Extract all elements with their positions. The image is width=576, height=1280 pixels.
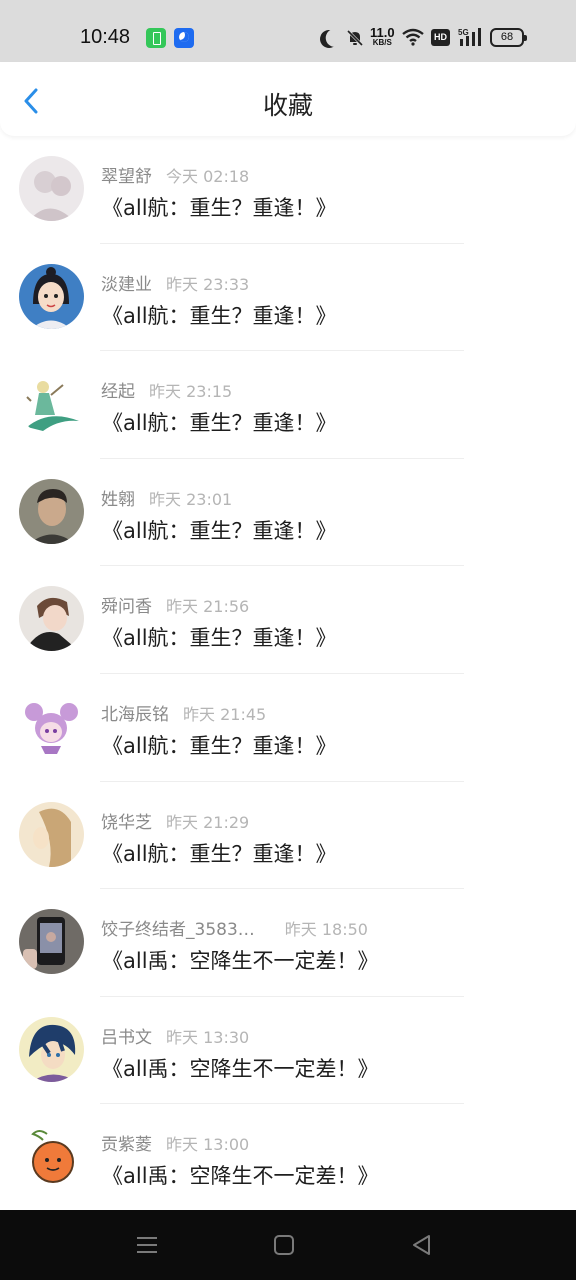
timestamp: 昨天 13:30 bbox=[166, 1027, 250, 1047]
user-name: 翠望舒 bbox=[101, 167, 152, 187]
timestamp: 昨天 21:45 bbox=[183, 704, 267, 724]
timestamp: 昨天 21:56 bbox=[166, 597, 250, 617]
avatar[interactable] bbox=[19, 156, 84, 221]
favorite-title: 《all航：重生？重逢！》 bbox=[102, 841, 337, 866]
list-item[interactable]: 淡建业 昨天 23:33 《all航：重生？重逢！》 bbox=[0, 244, 576, 352]
avatar[interactable] bbox=[19, 1016, 84, 1082]
wifi-icon bbox=[402, 28, 424, 46]
user-name: 淡建业 bbox=[101, 274, 152, 295]
favorite-title: 《all航：重生？重逢！》 bbox=[102, 196, 337, 220]
user-name: 饺子终结者_3583… bbox=[101, 920, 255, 941]
avatar[interactable] bbox=[19, 693, 84, 759]
list-item[interactable]: 吕书文 昨天 13:30 《all禹：空降生不一定差！》 bbox=[0, 997, 576, 1105]
user-name: 经起 bbox=[101, 382, 135, 403]
list-item[interactable]: 北海辰铭 昨天 21:45 《all航：重生？重逢！》 bbox=[0, 674, 576, 782]
avatar[interactable] bbox=[19, 371, 84, 437]
user-name: 舜问香 bbox=[101, 597, 152, 618]
favorite-title: 《all禹：空降生不一定差！》 bbox=[102, 1056, 379, 1081]
menu-icon[interactable] bbox=[134, 1232, 160, 1258]
favorite-title: 《all禹：空降生不一定差！》 bbox=[102, 1164, 379, 1189]
status-time: 10:48 bbox=[80, 26, 131, 48]
timestamp: 昨天 23:33 bbox=[166, 274, 250, 294]
hd-voice-icon: HD bbox=[431, 29, 450, 46]
avatar[interactable] bbox=[19, 263, 84, 329]
favorites-list: 翠望舒 今天 02:18 《all航：重生？重逢！》 淡建业 昨天 23:33 《a… bbox=[0, 136, 576, 1212]
avatar[interactable] bbox=[19, 1124, 84, 1190]
favorite-title: 《all禹：空降生不一定差！》 bbox=[102, 949, 379, 974]
network-type-label: 5G bbox=[458, 28, 469, 37]
user-name: 饶华芝 bbox=[101, 812, 152, 833]
timestamp: 昨天 23:15 bbox=[149, 382, 233, 402]
timestamp: 昨天 23:01 bbox=[149, 489, 233, 509]
do-not-disturb-moon-icon bbox=[317, 27, 340, 50]
avatar[interactable] bbox=[19, 478, 84, 544]
list-item[interactable]: 姓翱 昨天 23:01 《all航：重生？重逢！》 bbox=[0, 459, 576, 567]
triangle-back-icon[interactable] bbox=[409, 1232, 435, 1258]
battery-saver-icon bbox=[146, 28, 166, 48]
timestamp: 今天 02:18 bbox=[166, 167, 250, 186]
timestamp: 昨天 13:00 bbox=[166, 1135, 250, 1155]
app-notification-icon bbox=[174, 28, 194, 48]
bell-muted-icon bbox=[346, 29, 364, 47]
list-item[interactable]: 翠望舒 今天 02:18 《all航：重生？重逢！》 bbox=[0, 136, 576, 244]
network-speed-unit: KB/S bbox=[372, 38, 392, 47]
user-name: 姓翱 bbox=[101, 489, 135, 510]
list-item[interactable]: 经起 昨天 23:15 《all航：重生？重逢！》 bbox=[0, 351, 576, 459]
list-item[interactable]: 饺子终结者_3583… 昨天 18:50 《all禹：空降生不一定差！》 bbox=[0, 889, 576, 997]
user-name: 吕书文 bbox=[101, 1027, 152, 1048]
user-name: 北海辰铭 bbox=[101, 704, 169, 725]
header: 收藏 bbox=[0, 62, 576, 136]
timestamp: 昨天 18:50 bbox=[284, 920, 368, 940]
favorite-title: 《all航：重生？重逢！》 bbox=[102, 626, 337, 651]
favorite-title: 《all航：重生？重逢！》 bbox=[102, 411, 337, 436]
avatar[interactable] bbox=[19, 801, 84, 867]
timestamp: 昨天 21:29 bbox=[166, 812, 250, 832]
page-title: 收藏 bbox=[262, 91, 313, 120]
system-nav-bar bbox=[0, 1210, 576, 1280]
battery-icon: 68 bbox=[490, 28, 527, 47]
network-speed: 11.0 KB/S bbox=[370, 26, 395, 47]
status-bar: 10:48 11.0 KB/S HD 5G 68 bbox=[0, 0, 576, 62]
list-item[interactable]: 贡紫菱 昨天 13:00 《all禹：空降生不一定差！》 bbox=[0, 1104, 576, 1212]
favorite-title: 《all航：重生？重逢！》 bbox=[102, 733, 337, 758]
favorite-title: 《all航：重生？重逢！》 bbox=[102, 518, 337, 543]
avatar[interactable] bbox=[19, 586, 84, 652]
avatar[interactable] bbox=[19, 909, 84, 975]
list-item[interactable]: 饶华芝 昨天 21:29 《all航：重生？重逢！》 bbox=[0, 782, 576, 890]
home-square-icon[interactable] bbox=[271, 1232, 297, 1258]
favorite-title: 《all航：重生？重逢！》 bbox=[102, 303, 337, 328]
user-name: 贡紫菱 bbox=[101, 1135, 152, 1156]
cellular-signal-icon: 5G bbox=[458, 28, 481, 46]
list-item[interactable]: 舜问香 昨天 21:56 《all航：重生？重逢！》 bbox=[0, 566, 576, 674]
